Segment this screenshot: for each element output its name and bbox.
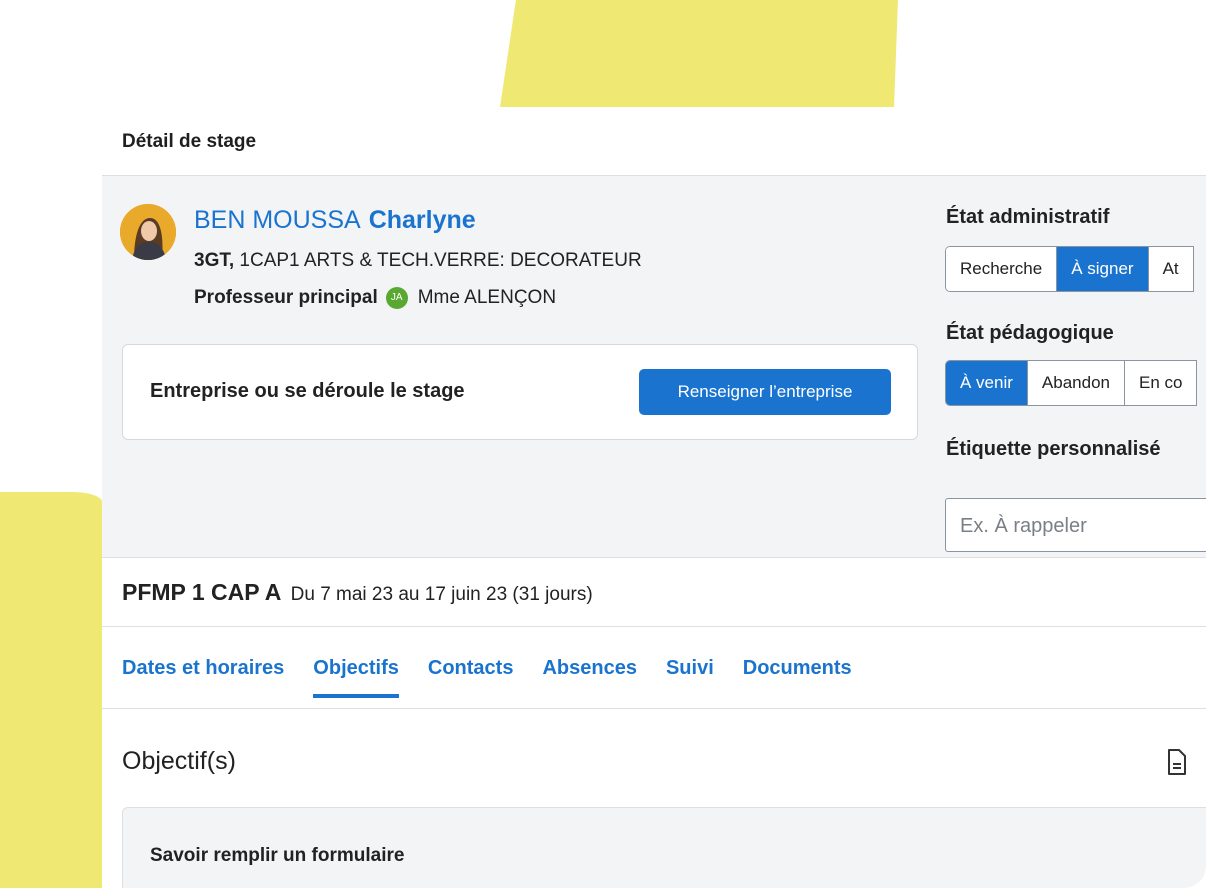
peda-state-option-en-cours[interactable]: En co — [1125, 361, 1198, 405]
peda-state-option-a-venir[interactable]: À venir — [946, 361, 1028, 405]
admin-state-segmented: Recherche À signer At — [945, 246, 1194, 292]
admin-state-option-attente[interactable]: At — [1148, 247, 1194, 291]
class-name: 1CAP1 ARTS & TECH.VERRE: DECORATEUR — [239, 250, 642, 271]
student-first-name: Charlyne — [368, 206, 476, 234]
decorative-blob-left — [0, 492, 102, 888]
tab-suivi[interactable]: Suivi — [666, 657, 714, 698]
main-teacher-name[interactable]: Mme ALENÇON — [418, 287, 556, 309]
peda-state-label: État pédagogique — [946, 322, 1114, 344]
objectives-title: Objectif(s) — [122, 747, 236, 775]
student-name[interactable]: BEN MOUSSA Charlyne — [194, 206, 476, 235]
tab-absences[interactable]: Absences — [542, 657, 637, 698]
student-header: BEN MOUSSA Charlyne 3GT, 1CAP1 ARTS & TEC… — [102, 175, 1206, 558]
tab-contacts[interactable]: Contacts — [428, 657, 514, 698]
tab-dates-horaires[interactable]: Dates et horaires — [122, 657, 284, 698]
admin-state-option-a-signer[interactable]: À signer — [1057, 247, 1149, 291]
main-teacher-label: Professeur principal — [194, 287, 378, 308]
company-label: Entreprise ou se déroule le stage — [150, 380, 465, 402]
tab-divider — [102, 708, 1206, 709]
document-icon[interactable] — [1167, 749, 1187, 775]
decorative-blob-top — [500, 0, 898, 107]
tab-bar: Dates et horaires Objectifs Contacts Abs… — [122, 657, 881, 698]
period-code: PFMP 1 CAP A — [122, 579, 282, 605]
custom-tag-label: Étiquette personnalisé — [946, 438, 1161, 460]
tab-documents[interactable]: Documents — [743, 657, 852, 698]
student-class: 3GT, 1CAP1 ARTS & TECH.VERRE: DECORATEUR — [194, 250, 642, 272]
admin-state-option-recherche[interactable]: Recherche — [946, 247, 1058, 291]
custom-tag-input[interactable]: Ex. À rappeler — [945, 498, 1206, 552]
peda-state-segmented: À venir Abandon En co — [945, 360, 1198, 406]
internship-detail-card: Détail de stage BEN MOUSSA Charlyne 3GT, … — [102, 107, 1206, 888]
page-title: Détail de stage — [122, 131, 257, 152]
admin-state-label: État administratif — [946, 206, 1110, 228]
period-dates: Du 7 mai 23 au 17 juin 23 (31 jours) — [290, 584, 593, 605]
divider — [102, 626, 1206, 627]
peda-state-option-abandon[interactable]: Abandon — [1027, 361, 1125, 405]
student-avatar — [120, 204, 176, 260]
main-teacher: Professeur principal JA Mme ALENÇON — [194, 287, 556, 309]
tab-objectifs[interactable]: Objectifs — [313, 657, 399, 698]
class-code: 3GT, — [194, 250, 235, 271]
objective-item: Savoir remplir un formulaire — [122, 807, 1206, 888]
company-panel: Entreprise ou se déroule le stage Rensei… — [122, 344, 918, 440]
period-heading: PFMP 1 CAP A Du 7 mai 23 au 17 juin 23 (… — [122, 579, 593, 606]
objective-text: Savoir remplir un formulaire — [150, 845, 405, 866]
student-last-name: BEN MOUSSA — [194, 206, 361, 234]
fill-company-button[interactable]: Renseigner l’entreprise — [639, 369, 891, 415]
teacher-initials-badge: JA — [385, 287, 408, 309]
